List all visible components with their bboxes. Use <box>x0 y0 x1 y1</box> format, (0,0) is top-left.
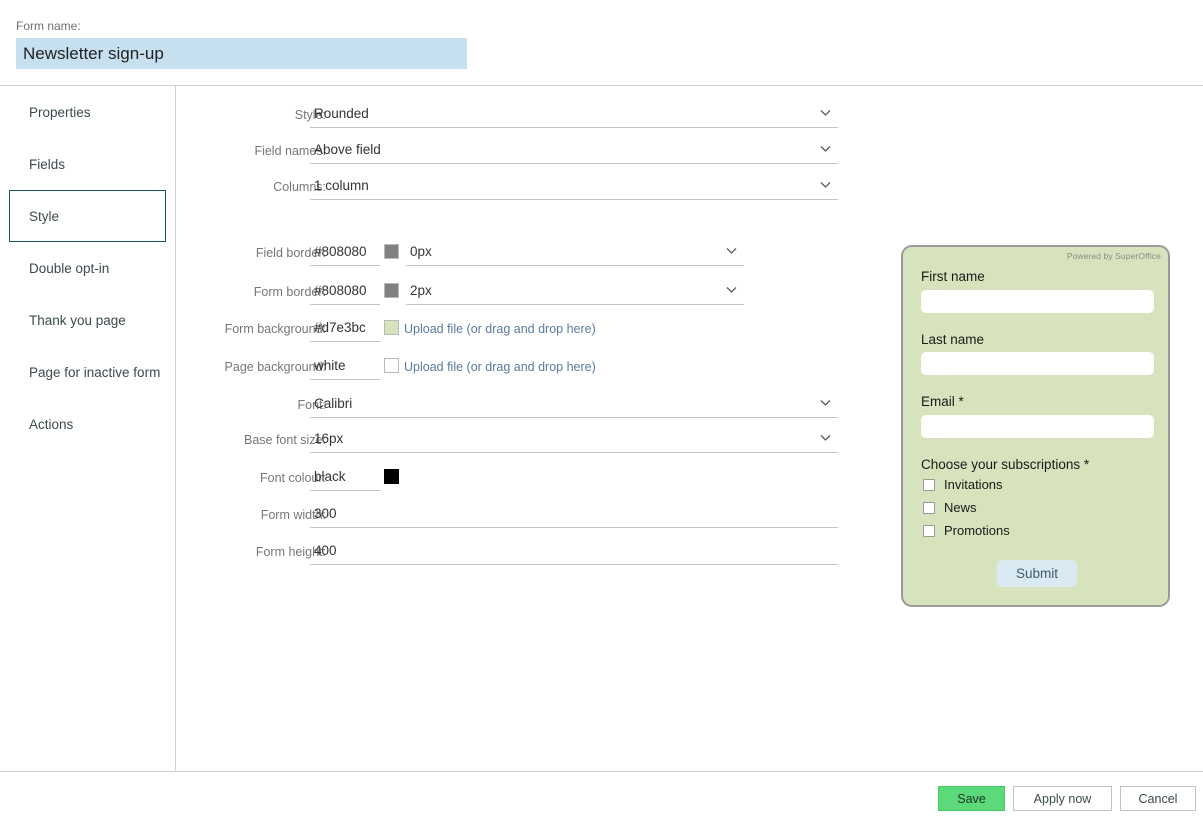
sidebar-item-properties[interactable]: Properties <box>9 86 166 138</box>
save-button[interactable]: Save <box>938 786 1005 811</box>
sidebar-item-label: Style <box>29 208 60 224</box>
sidebar-nav: Properties Fields Style Double opt-in Th… <box>0 86 175 771</box>
font-colour-swatch[interactable] <box>384 469 399 484</box>
field-border-color-swatch[interactable] <box>384 244 399 259</box>
form-background-upload-link[interactable]: Upload file (or drag and drop here) <box>404 322 596 336</box>
sidebar-item-fields[interactable]: Fields <box>9 138 166 190</box>
form-name-label: Form name: <box>16 19 81 33</box>
preview-submit-button[interactable]: Submit <box>997 560 1077 587</box>
preview-input-last-name[interactable] <box>921 352 1154 375</box>
preview-checkbox-label-news: News <box>944 500 977 515</box>
form-border-color-input[interactable] <box>310 281 380 305</box>
sidebar-item-label: Fields <box>29 156 66 172</box>
sidebar-item-double-opt-in[interactable]: Double opt-in <box>9 242 166 294</box>
columns-select[interactable] <box>310 176 838 200</box>
sidebar-item-label: Page for inactive form <box>29 364 161 380</box>
page-background-color-input[interactable] <box>310 356 380 380</box>
sidebar-item-label: Actions <box>29 416 74 432</box>
preview-subscriptions-label: Choose your subscriptions * <box>921 457 1090 472</box>
form-name-input[interactable] <box>16 38 467 69</box>
style-select[interactable] <box>310 104 838 128</box>
sidebar-item-page-for-inactive-form[interactable]: Page for inactive form <box>9 346 166 398</box>
sidebar-item-actions[interactable]: Actions <box>9 398 166 450</box>
preview-checkbox-label-promotions: Promotions <box>944 523 1010 538</box>
form-editor-window: Form name: Properties Fields Style Doubl… <box>0 0 1203 818</box>
sidebar-item-label: Thank you page <box>29 312 126 328</box>
sidebar-item-label: Double opt-in <box>29 260 110 276</box>
form-width-input[interactable] <box>310 504 838 528</box>
base-font-size-select[interactable] <box>310 429 838 453</box>
page-background-upload-link[interactable]: Upload file (or drag and drop here) <box>404 360 596 374</box>
preview-input-first-name[interactable] <box>921 290 1154 313</box>
field-border-width-select[interactable] <box>406 242 744 266</box>
preview-field-label-first-name: First name <box>921 269 985 284</box>
form-border-width-select[interactable] <box>406 281 744 305</box>
form-background-color-swatch[interactable] <box>384 320 399 335</box>
preview-checkbox-news[interactable] <box>923 502 935 514</box>
cancel-button[interactable]: Cancel <box>1120 786 1196 811</box>
form-border-color-swatch[interactable] <box>384 283 399 298</box>
page-background-color-swatch[interactable] <box>384 358 399 373</box>
form-background-color-input[interactable] <box>310 318 380 342</box>
powered-by-label: Powered by SuperOffice <box>1066 251 1161 261</box>
sidebar-item-label: Properties <box>29 104 91 120</box>
field-border-color-input[interactable] <box>310 242 380 266</box>
form-preview-card: Powered by SuperOffice First name Last n… <box>901 245 1170 607</box>
preview-checkbox-promotions[interactable] <box>923 525 935 537</box>
sidebar-item-thank-you-page[interactable]: Thank you page <box>9 294 166 346</box>
apply-now-button[interactable]: Apply now <box>1013 786 1112 811</box>
font-colour-input[interactable] <box>310 467 380 491</box>
font-select[interactable] <box>310 394 838 418</box>
preview-checkbox-label-invitations: Invitations <box>944 477 1003 492</box>
preview-field-label-last-name: Last name <box>921 332 985 347</box>
footer-divider <box>0 771 1203 772</box>
preview-checkbox-invitations[interactable] <box>923 479 935 491</box>
preview-field-label-email: Email * <box>921 394 964 409</box>
sidebar-item-style[interactable]: Style <box>9 190 166 242</box>
preview-input-email[interactable] <box>921 415 1154 438</box>
form-height-input[interactable] <box>310 541 838 565</box>
field-names-select[interactable] <box>310 140 838 164</box>
